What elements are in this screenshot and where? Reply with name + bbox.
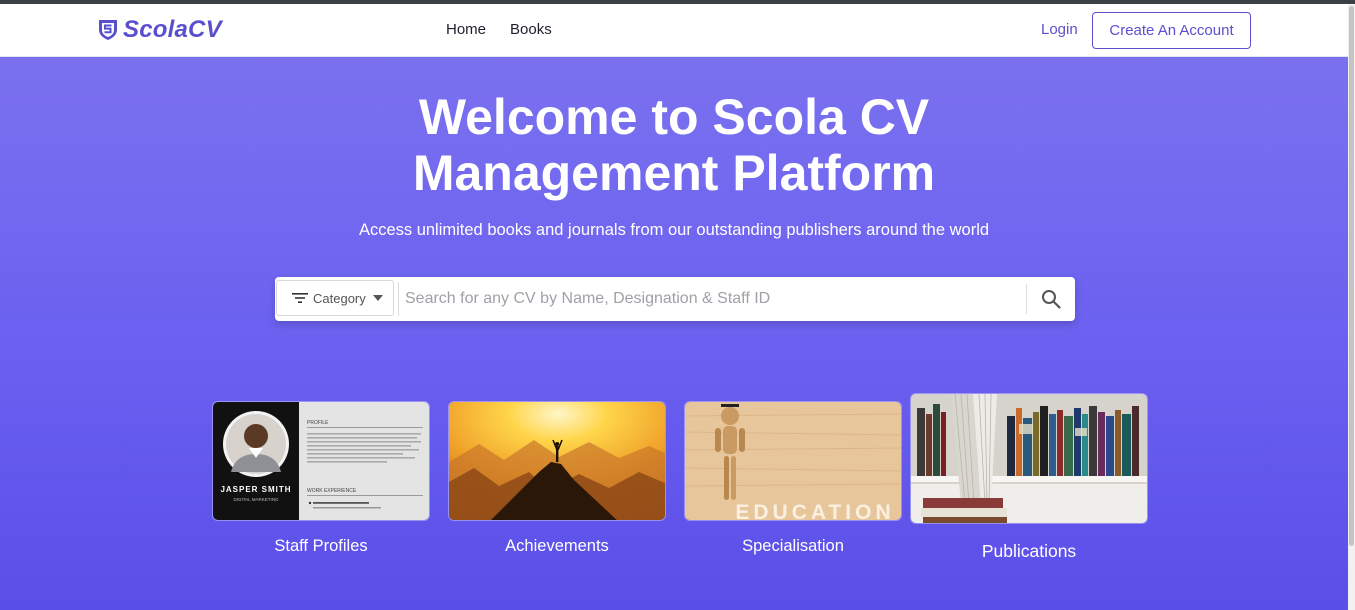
search-divider xyxy=(1026,284,1027,314)
mountain-summit-photo xyxy=(449,402,665,520)
bookshelf-photo xyxy=(911,394,1147,523)
create-account-button[interactable]: Create An Account xyxy=(1092,12,1251,49)
search-divider xyxy=(398,282,399,316)
publications-label: Publications xyxy=(981,541,1077,561)
scrollbar-thumb[interactable] xyxy=(1349,6,1354,546)
nav-home-link[interactable]: Home xyxy=(446,21,486,38)
main-nav: Home Books xyxy=(446,21,552,38)
category-dropdown[interactable]: Category xyxy=(276,280,394,316)
login-link[interactable]: Login xyxy=(1041,21,1078,38)
search-icon[interactable] xyxy=(1041,289,1061,309)
hero-title-line1: Welcome to Scola CV xyxy=(418,89,930,145)
hero-title: Welcome to Scola CV Management Platform xyxy=(0,89,1348,201)
caret-down-icon xyxy=(372,295,383,301)
shield-icon xyxy=(99,20,117,40)
card-specialisation[interactable]: EDUCATION Specialisation xyxy=(684,401,902,571)
nav-books-link[interactable]: Books xyxy=(510,21,552,38)
specialisation-label: Specialisation xyxy=(742,537,844,555)
card-staff-profiles[interactable]: JASPER SMITH DIGITAL MARKETING PROFILE W… xyxy=(212,401,430,571)
filter-icon xyxy=(292,293,308,303)
education-wooden-figure-photo: EDUCATION xyxy=(685,402,901,521)
achievements-label: Achievements xyxy=(505,537,609,555)
hero-subtitle: Access unlimited books and journals from… xyxy=(358,221,990,239)
education-image-text: EDUCATION xyxy=(735,501,894,521)
page-scrollbar[interactable] xyxy=(1348,4,1355,610)
resume-experience-heading: WORK EXPERIENCE xyxy=(307,488,357,494)
staff-profiles-image: JASPER SMITH DIGITAL MARKETING PROFILE W… xyxy=(212,401,430,521)
achievements-image xyxy=(448,401,666,521)
publications-image xyxy=(910,393,1148,524)
category-label: Category xyxy=(313,290,366,306)
card-publications[interactable]: Publications xyxy=(910,393,1148,573)
search-bar: Category xyxy=(275,277,1075,321)
hero-section: Welcome to Scola CV Management Platform … xyxy=(0,57,1348,610)
brand-name: ScolaCV xyxy=(123,16,222,43)
hero-title-line2: Management Platform xyxy=(412,145,936,201)
resume-thumbnail: JASPER SMITH DIGITAL MARKETING PROFILE W… xyxy=(213,402,429,520)
brand-logo[interactable]: ScolaCV xyxy=(98,16,222,44)
resume-profile-heading: PROFILE xyxy=(307,420,329,426)
top-navbar: ScolaCV Home Books Login Create An Accou… xyxy=(0,4,1348,57)
resume-role-text: DIGITAL MARKETING xyxy=(233,497,279,502)
staff-profiles-label: Staff Profiles xyxy=(274,537,368,555)
search-input[interactable] xyxy=(405,283,1015,315)
card-achievements[interactable]: Achievements xyxy=(448,401,666,571)
resume-name-text: JASPER SMITH xyxy=(220,485,291,494)
specialisation-image: EDUCATION xyxy=(684,401,902,521)
